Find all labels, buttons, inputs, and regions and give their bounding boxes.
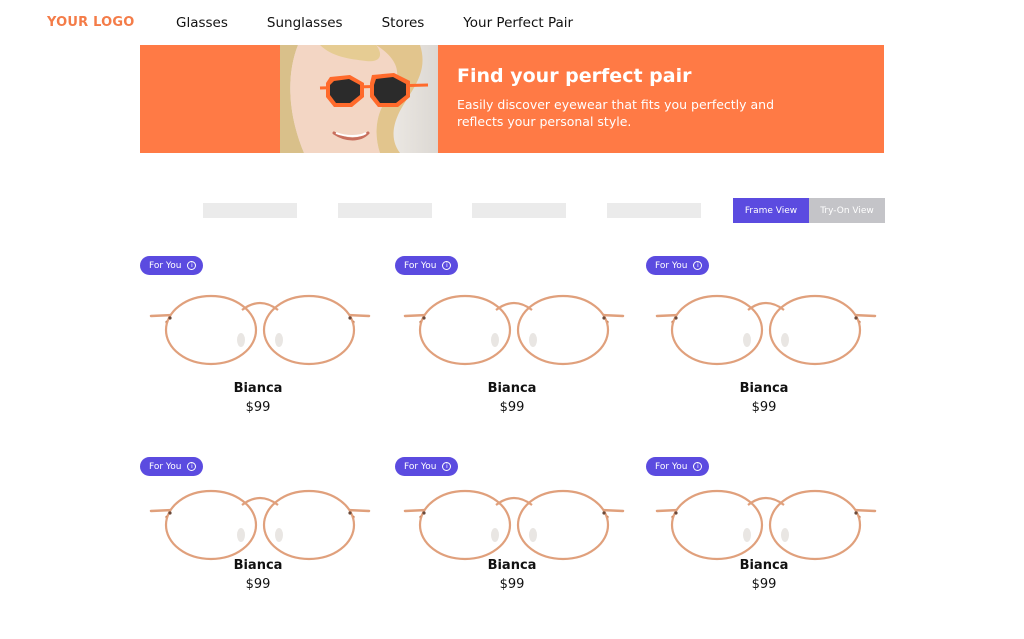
product-price: $99 xyxy=(751,400,777,415)
badge-label: For You xyxy=(404,461,437,472)
filter-placeholder[interactable] xyxy=(607,203,701,218)
badge-label: For You xyxy=(404,260,437,271)
nav-your-perfect-pair[interactable]: Your Perfect Pair xyxy=(463,15,573,31)
info-icon[interactable]: i xyxy=(693,462,703,471)
product-name[interactable]: Bianca xyxy=(394,381,630,396)
nav-sunglasses[interactable]: Sunglasses xyxy=(267,15,343,31)
product-card[interactable]: For You i Bianca $99 xyxy=(646,256,886,416)
product-name[interactable]: Bianca xyxy=(140,558,376,573)
for-you-badge[interactable]: For You i xyxy=(395,256,459,275)
hero-subtitle: Easily discover eyewear that fits you pe… xyxy=(457,97,775,129)
filter-placeholder[interactable] xyxy=(338,203,432,218)
hero-banner[interactable]: Find your perfect pair Easily discover e… xyxy=(140,45,884,153)
for-you-badge[interactable]: For You i xyxy=(395,457,459,476)
eyeglasses-frame-icon xyxy=(149,294,371,366)
info-icon[interactable]: i xyxy=(693,261,703,270)
badge-label: For You xyxy=(149,461,182,472)
try-on-view-button[interactable]: Try-On View xyxy=(809,198,885,223)
product-card[interactable]: For You i Bianca $99 xyxy=(394,457,634,597)
for-you-badge[interactable]: For You i xyxy=(140,457,204,476)
eyeglasses-frame-icon xyxy=(655,489,877,561)
product-card[interactable]: For You i Bianca $99 xyxy=(646,457,886,597)
product-price: $99 xyxy=(245,577,271,592)
product-name[interactable]: Bianca xyxy=(646,381,882,396)
hero-title: Find your perfect pair xyxy=(457,65,692,87)
product-card[interactable]: For You i Bianca $99 xyxy=(394,256,634,416)
eyeglasses-frame-icon xyxy=(403,294,625,366)
info-icon[interactable]: i xyxy=(187,261,197,270)
product-price: $99 xyxy=(751,577,777,592)
product-price: $99 xyxy=(499,400,525,415)
frame-view-button[interactable]: Frame View xyxy=(733,198,809,223)
product-card[interactable]: For You i Bianca $99 xyxy=(140,457,380,597)
for-you-badge[interactable]: For You i xyxy=(140,256,204,275)
eyeglasses-frame-icon xyxy=(149,489,371,561)
product-name[interactable]: Bianca xyxy=(140,381,376,396)
hero-photo xyxy=(280,45,438,153)
site-logo[interactable]: YOUR LOGO xyxy=(47,15,135,30)
filter-placeholder[interactable] xyxy=(203,203,297,218)
product-name[interactable]: Bianca xyxy=(394,558,630,573)
for-you-badge[interactable]: For You i xyxy=(646,256,710,275)
main-nav: Glasses Sunglasses Stores Your Perfect P… xyxy=(176,15,612,31)
nav-stores[interactable]: Stores xyxy=(382,15,425,31)
filter-placeholder[interactable] xyxy=(472,203,566,218)
view-toggle: Frame View Try-On View xyxy=(733,198,885,223)
info-icon[interactable]: i xyxy=(442,261,452,270)
product-price: $99 xyxy=(245,400,271,415)
eyeglasses-frame-icon xyxy=(403,489,625,561)
info-icon[interactable]: i xyxy=(442,462,452,471)
badge-label: For You xyxy=(655,260,688,271)
info-icon[interactable]: i xyxy=(187,462,197,471)
for-you-badge[interactable]: For You i xyxy=(646,457,710,476)
nav-glasses[interactable]: Glasses xyxy=(176,15,228,31)
product-name[interactable]: Bianca xyxy=(646,558,882,573)
product-card[interactable]: For You i Bianca $99 xyxy=(140,256,380,416)
badge-label: For You xyxy=(149,260,182,271)
badge-label: For You xyxy=(655,461,688,472)
eyeglasses-frame-icon xyxy=(655,294,877,366)
product-price: $99 xyxy=(499,577,525,592)
